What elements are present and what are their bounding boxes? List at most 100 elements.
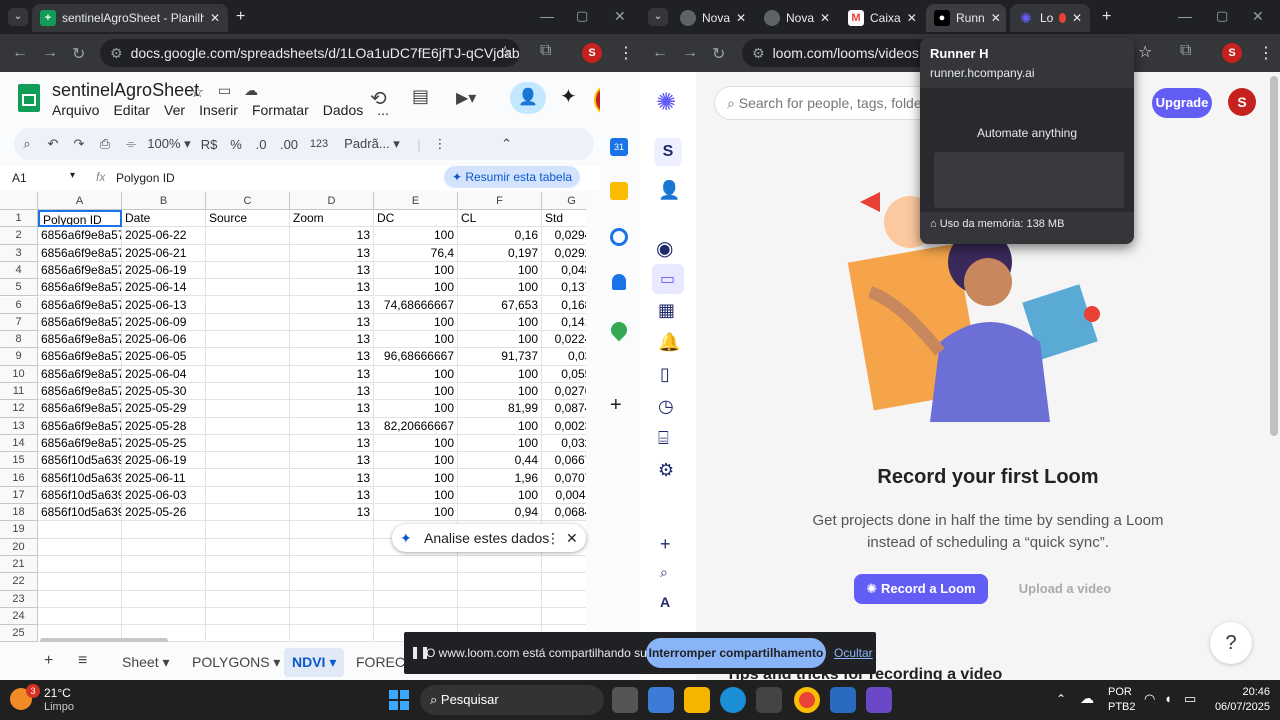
data-cell[interactable]: 13 bbox=[290, 383, 374, 401]
data-cell[interactable]: 13 bbox=[290, 313, 374, 332]
menu-ver[interactable]: Ver bbox=[164, 102, 185, 118]
data-cell[interactable]: 100 bbox=[374, 227, 458, 245]
taskbar-search[interactable]: ⌕ Pesquisar bbox=[420, 685, 604, 715]
data-cell[interactable]: 0,0481 bbox=[542, 262, 586, 280]
empty-cell[interactable] bbox=[206, 590, 290, 608]
data-cell[interactable]: 13 bbox=[290, 244, 374, 262]
empty-cell[interactable] bbox=[290, 521, 374, 539]
data-cell[interactable]: 2025-05-30 bbox=[122, 383, 206, 401]
data-cell[interactable]: 6856a6f9e8a57€ bbox=[38, 400, 122, 418]
data-cell[interactable] bbox=[206, 348, 290, 366]
minimize-icon[interactable]: — bbox=[1178, 8, 1192, 24]
data-cell[interactable] bbox=[206, 452, 290, 470]
new-tab-button[interactable]: + bbox=[1102, 8, 1111, 26]
row-header[interactable]: 3 bbox=[0, 244, 38, 262]
data-cell[interactable] bbox=[206, 469, 290, 487]
data-cell[interactable]: 13 bbox=[290, 227, 374, 245]
data-cell[interactable]: 6856f10d5a6391 bbox=[38, 469, 122, 487]
print-icon[interactable]: ⎙ bbox=[92, 136, 118, 152]
data-cell[interactable]: 100 bbox=[374, 434, 458, 453]
upgrade-button[interactable]: Upgrade bbox=[1152, 88, 1212, 118]
data-cell[interactable]: 6856f10d5a6391 bbox=[38, 452, 122, 470]
data-cell[interactable]: 6856a6f9e8a57€ bbox=[38, 227, 122, 245]
data-cell[interactable]: 74,68666667 bbox=[374, 296, 458, 314]
empty-cell[interactable] bbox=[206, 521, 290, 539]
row-header[interactable]: 23 bbox=[0, 590, 38, 608]
data-cell[interactable]: 2025-06-05 bbox=[122, 348, 206, 366]
data-cell[interactable]: 96,68666667 bbox=[374, 348, 458, 366]
data-cell[interactable] bbox=[206, 365, 290, 383]
data-cell[interactable] bbox=[206, 331, 290, 349]
bottom-avatar[interactable]: A bbox=[660, 594, 670, 610]
data-cell[interactable]: 100 bbox=[374, 452, 458, 470]
data-cell[interactable] bbox=[206, 486, 290, 505]
tab-search-button[interactable]: ⌄ bbox=[648, 8, 668, 26]
empty-cell[interactable] bbox=[38, 590, 122, 608]
keep-icon[interactable] bbox=[610, 182, 628, 200]
all-sheets-icon[interactable]: ≡ bbox=[78, 652, 87, 670]
data-cell[interactable]: 2025-06-21 bbox=[122, 244, 206, 262]
empty-cell[interactable] bbox=[290, 573, 374, 591]
empty-cell[interactable] bbox=[38, 538, 122, 556]
data-cell[interactable]: 2025-06-14 bbox=[122, 279, 206, 297]
percent-button[interactable]: % bbox=[224, 137, 248, 152]
data-cell[interactable] bbox=[206, 383, 290, 401]
onedrive-icon[interactable]: ☁ bbox=[1080, 690, 1094, 707]
data-cell[interactable]: 0,0320 bbox=[542, 435, 586, 453]
header-cell[interactable]: Date bbox=[122, 210, 206, 228]
row-header[interactable]: 14 bbox=[0, 434, 38, 453]
add-sheet-icon[interactable]: + bbox=[44, 652, 53, 670]
back-icon[interactable]: ← bbox=[12, 44, 28, 62]
empty-cell[interactable] bbox=[458, 556, 542, 574]
font-select[interactable]: Padrã... ▾ bbox=[334, 136, 410, 152]
site-info-icon[interactable]: ⚙ bbox=[110, 45, 123, 62]
close-window-icon[interactable]: ✕ bbox=[614, 8, 626, 25]
close-icon[interactable]: ✕ bbox=[1072, 11, 1082, 25]
history-icon[interactable]: ◷ bbox=[658, 396, 674, 417]
forward-icon[interactable]: → bbox=[682, 44, 698, 62]
row-header[interactable]: 10 bbox=[0, 365, 38, 383]
row-header[interactable]: 11 bbox=[0, 383, 38, 401]
data-cell[interactable]: 13 bbox=[290, 400, 374, 418]
empty-cell[interactable] bbox=[542, 573, 586, 591]
close-icon[interactable]: ✕ bbox=[991, 11, 1001, 25]
data-cell[interactable]: 0,1689 bbox=[542, 297, 586, 314]
data-cell[interactable]: 0,0557 bbox=[542, 366, 586, 383]
settings-icon[interactable]: ⚙ bbox=[658, 460, 674, 481]
sheet-tab-ndvi[interactable]: NDVI ▾ bbox=[284, 648, 345, 677]
help-button[interactable]: ? bbox=[1210, 622, 1252, 664]
undo-icon[interactable]: ↶ bbox=[40, 136, 66, 152]
formula-input[interactable]: Polygon ID bbox=[116, 171, 175, 185]
number-format-button[interactable]: 123 bbox=[304, 138, 334, 150]
data-cell[interactable]: 13 bbox=[290, 434, 374, 453]
loom-logo-icon[interactable]: ✺ bbox=[656, 88, 676, 117]
data-cell[interactable]: 0,08740 bbox=[542, 400, 586, 418]
search-bar[interactable]: ⌕ Search for people, tags, folders bbox=[714, 86, 934, 120]
close-icon[interactable]: ✕ bbox=[820, 11, 830, 25]
row-header[interactable]: 24 bbox=[0, 607, 38, 626]
stop-sharing-button[interactable]: Interromper compartilhamento bbox=[646, 638, 826, 668]
data-cell[interactable]: 13 bbox=[290, 452, 374, 470]
empty-cell[interactable] bbox=[290, 625, 374, 642]
videos-nav-item[interactable]: ▭ bbox=[652, 264, 684, 294]
empty-cell[interactable] bbox=[542, 608, 586, 626]
data-cell[interactable]: 0,197 bbox=[458, 244, 542, 262]
empty-cell[interactable] bbox=[374, 556, 458, 574]
file-explorer-icon[interactable] bbox=[684, 687, 710, 713]
bookmark-icon[interactable]: ▯ bbox=[660, 364, 670, 385]
menu-formatar[interactable]: Formatar bbox=[252, 102, 309, 118]
forward-icon[interactable]: → bbox=[42, 44, 58, 62]
data-cell[interactable]: 0,07073 bbox=[542, 470, 586, 487]
profile-icon[interactable]: ◉ bbox=[656, 236, 673, 261]
gift-icon[interactable]: ⌸ bbox=[658, 428, 669, 449]
data-cell[interactable]: 100 bbox=[458, 417, 542, 435]
site-info-icon[interactable]: ⚙ bbox=[752, 45, 765, 62]
extensions-icon[interactable]: ⧉ bbox=[1180, 42, 1191, 60]
data-cell[interactable] bbox=[206, 400, 290, 418]
data-cell[interactable]: 2025-06-03 bbox=[122, 486, 206, 505]
empty-cell[interactable] bbox=[122, 556, 206, 574]
data-cell[interactable]: 100 bbox=[458, 365, 542, 383]
data-cell[interactable]: 2025-06-22 bbox=[122, 227, 206, 245]
data-cell[interactable]: 6856a6f9e8a57€ bbox=[38, 365, 122, 383]
empty-cell[interactable] bbox=[374, 573, 458, 591]
